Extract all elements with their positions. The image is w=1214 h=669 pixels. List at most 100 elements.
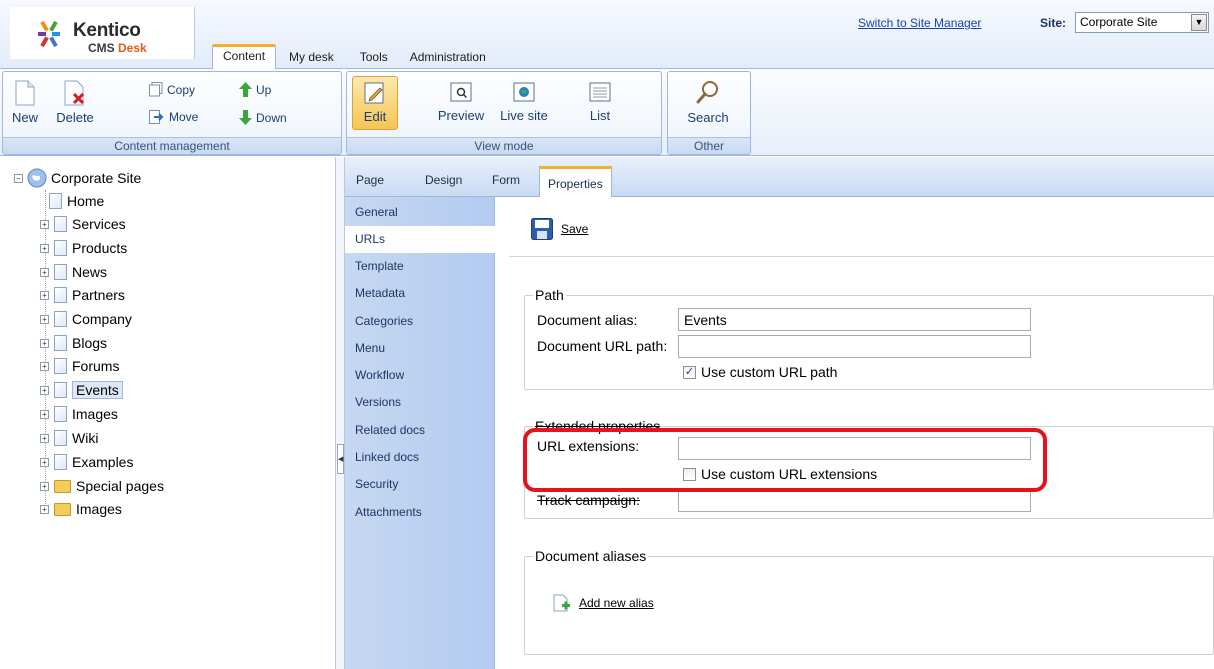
copy-button[interactable]: Copy: [149, 82, 195, 97]
tree-item-products[interactable]: + Products: [40, 237, 127, 259]
expand-icon[interactable]: +: [40, 338, 49, 348]
delete-button[interactable]: Delete: [49, 80, 101, 125]
tree-root-corporate-site[interactable]: − Corporate Site: [14, 168, 141, 188]
content-management-group: New Delete Copy Move Up Down Content man…: [2, 71, 342, 155]
tab-administration[interactable]: Administration: [398, 46, 496, 69]
folder-icon: [54, 502, 71, 516]
menu-item-linked-docs[interactable]: Linked docs: [345, 444, 495, 471]
tree-item-special-pages[interactable]: + Special pages: [40, 475, 164, 497]
list-button[interactable]: List: [575, 80, 625, 123]
tab-content[interactable]: Content: [212, 44, 277, 69]
menu-item-general[interactable]: General: [345, 199, 495, 226]
tree-item-label: Events: [72, 381, 123, 399]
expand-icon[interactable]: +: [40, 433, 49, 443]
tab-page[interactable]: Page: [356, 173, 384, 187]
app-header: Kentico CMS Desk Content My desk Tools A…: [0, 0, 1214, 69]
tree-item-blogs[interactable]: + Blogs: [40, 332, 107, 354]
up-button[interactable]: Up: [239, 82, 271, 97]
tree-item-label: News: [72, 264, 108, 280]
tab-my-desk[interactable]: My desk: [276, 46, 344, 69]
tree-item-wiki[interactable]: + Wiki: [40, 427, 98, 449]
tree-root-label: Corporate Site: [51, 170, 142, 186]
collapse-icon[interactable]: −: [14, 173, 23, 183]
document-icon: [54, 430, 67, 446]
other-label: Other: [668, 137, 750, 154]
menu-item-categories[interactable]: Categories: [345, 308, 495, 335]
menu-item-metadata[interactable]: Metadata: [345, 280, 495, 307]
tab-properties[interactable]: Properties: [539, 166, 612, 198]
track-campaign-input[interactable]: [678, 489, 1031, 512]
tree-item-partners[interactable]: + Partners: [40, 284, 125, 306]
menu-item-attachments[interactable]: Attachments: [345, 499, 495, 526]
save-link[interactable]: Save: [561, 222, 588, 236]
expand-icon[interactable]: +: [40, 385, 49, 395]
tree-item-company[interactable]: + Company: [40, 308, 132, 330]
expand-icon[interactable]: +: [40, 481, 49, 491]
tree-item-news[interactable]: + News: [40, 261, 107, 283]
tab-design[interactable]: Design: [425, 173, 462, 187]
tree-item-home[interactable]: Home: [49, 190, 104, 212]
expand-icon[interactable]: +: [40, 457, 49, 467]
tab-tools[interactable]: Tools: [344, 46, 398, 69]
tree-item-label: Products: [72, 240, 128, 256]
down-button[interactable]: Down: [239, 110, 287, 125]
site-select[interactable]: Corporate Site ▼: [1075, 12, 1209, 33]
search-button[interactable]: Search: [678, 80, 738, 125]
tree-item-events[interactable]: + Events: [40, 379, 123, 401]
logo-cms-text: CMS: [88, 41, 115, 55]
collapse-tree-icon[interactable]: ◀: [337, 444, 344, 474]
tree-item-images-folder[interactable]: + Images: [40, 498, 122, 520]
tree-item-images[interactable]: + Images: [40, 403, 118, 425]
tree-splitter[interactable]: [335, 157, 345, 669]
up-label: Up: [256, 82, 272, 97]
checkbox-checked-icon[interactable]: ✓: [683, 365, 696, 379]
kentico-logo[interactable]: Kentico CMS Desk: [10, 7, 195, 59]
chevron-down-icon[interactable]: ▼: [1191, 14, 1207, 31]
add-new-alias-link[interactable]: Add new alias: [579, 596, 654, 610]
tree-item-label: Home: [67, 193, 105, 209]
tree-item-label: Wiki: [72, 430, 99, 446]
document-alias-input[interactable]: [678, 308, 1031, 331]
menu-item-menu[interactable]: Menu: [345, 335, 495, 362]
move-button[interactable]: Move: [149, 110, 198, 124]
tab-form[interactable]: Form: [492, 173, 520, 187]
expand-icon[interactable]: +: [40, 219, 49, 229]
tree-item-examples[interactable]: + Examples: [40, 451, 133, 473]
menu-item-related-docs[interactable]: Related docs: [345, 417, 495, 444]
expand-icon[interactable]: +: [40, 314, 49, 324]
edit-button[interactable]: Edit: [352, 76, 398, 130]
new-document-icon: [15, 80, 35, 106]
expand-icon[interactable]: +: [40, 409, 49, 419]
menu-item-urls[interactable]: URLs: [345, 226, 497, 253]
tree-item-label: Services: [72, 216, 126, 232]
move-label: Move: [169, 110, 199, 124]
list-icon: [589, 82, 611, 102]
live-site-button[interactable]: Live site: [493, 80, 555, 123]
add-document-icon: [553, 594, 570, 612]
new-button[interactable]: New: [8, 80, 42, 125]
tree-item-services[interactable]: + Services: [40, 213, 126, 235]
switch-to-site-manager-link[interactable]: Switch to Site Manager: [858, 16, 981, 30]
arrow-up-icon: [239, 82, 252, 97]
save-button[interactable]: Save: [531, 218, 588, 240]
expand-icon[interactable]: +: [40, 504, 49, 514]
view-mode-label: View mode: [347, 137, 661, 154]
menu-item-template[interactable]: Template: [345, 253, 495, 280]
add-new-alias-button[interactable]: Add new alias: [553, 594, 654, 612]
document-icon: [54, 382, 67, 398]
preview-label: Preview: [437, 108, 485, 123]
expand-icon[interactable]: +: [40, 361, 49, 371]
menu-item-workflow[interactable]: Workflow: [345, 362, 495, 389]
tree-item-label: Blogs: [72, 335, 108, 351]
save-icon: [531, 218, 553, 240]
expand-icon[interactable]: +: [40, 290, 49, 300]
preview-button[interactable]: Preview: [433, 80, 489, 123]
document-url-path-input[interactable]: [678, 335, 1031, 358]
tree-item-label: Images: [72, 406, 118, 422]
menu-item-security[interactable]: Security: [345, 471, 495, 498]
menu-item-versions[interactable]: Versions: [345, 389, 495, 416]
use-custom-url-path-checkbox[interactable]: ✓ Use custom URL path: [683, 364, 837, 380]
tree-item-forums[interactable]: + Forums: [40, 355, 119, 377]
expand-icon[interactable]: +: [40, 243, 49, 253]
expand-icon[interactable]: +: [40, 267, 49, 277]
